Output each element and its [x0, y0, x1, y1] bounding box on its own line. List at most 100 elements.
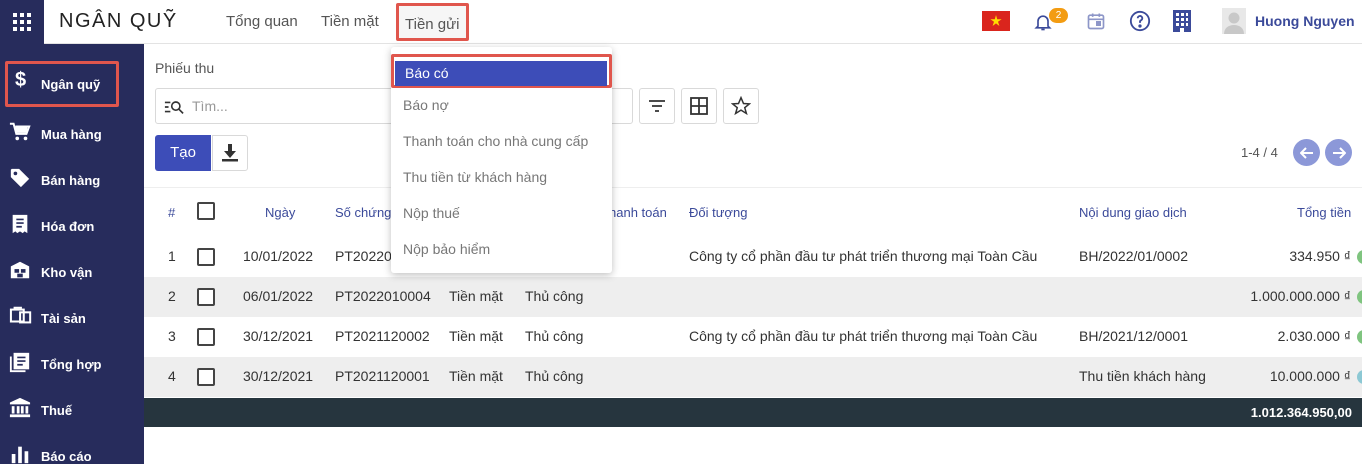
- apps-menu-icon[interactable]: [0, 0, 44, 44]
- tag-icon: [9, 167, 31, 191]
- table-row[interactable]: 4 30/12/2021 PT2021120001 Tiền mặt Thủ c…: [144, 357, 1362, 397]
- status-indicator: [1357, 330, 1362, 344]
- status-indicator: [1357, 290, 1362, 304]
- prev-page-button[interactable]: [1293, 139, 1320, 166]
- sidebar-item-mua-hang[interactable]: Mua hàng: [0, 114, 144, 154]
- grand-total: 1.012.364.950,00: [1250, 405, 1352, 420]
- row-payment-method: Tiền mặt: [449, 368, 503, 384]
- search-icon: [164, 98, 184, 121]
- user-name[interactable]: Huong Nguyen: [1255, 13, 1355, 29]
- arrow-right-icon: [1332, 146, 1346, 159]
- sidebar-item-label: Kho vận: [41, 265, 93, 280]
- sidebar-item-label: Hóa đơn: [41, 219, 95, 234]
- menu-item-nop-bao-hiem[interactable]: Nộp bảo hiểm: [403, 241, 490, 257]
- column-header-total[interactable]: Tổng tiền: [1297, 205, 1351, 220]
- dollar-icon: $: [11, 68, 33, 92]
- favorites-button[interactable]: [723, 88, 759, 124]
- sidebar-item-label: Báo cáo: [41, 449, 92, 464]
- warehouse-icon: [9, 259, 31, 283]
- filter-icon: [649, 100, 665, 112]
- sidebar-item-tai-san[interactable]: Tài sản: [0, 298, 144, 338]
- download-button[interactable]: [212, 135, 248, 171]
- row-description: BH/2021/12/0001: [1079, 328, 1188, 344]
- table-header: # Ngày Số chứng hanh toán Đối tượng Nội …: [144, 187, 1362, 232]
- sidebar-item-kho-van[interactable]: Kho vận: [0, 252, 144, 292]
- topnav-tien-gui[interactable]: Tiền gửi: [396, 3, 469, 41]
- row-checkbox[interactable]: [197, 328, 215, 346]
- vietnam-flag-icon[interactable]: [982, 11, 1010, 36]
- row-total: 1.000.000.000 ₫: [1250, 288, 1351, 304]
- app-title: NGÂN QUỸ: [59, 10, 178, 32]
- row-date: 10/01/2022: [243, 248, 314, 264]
- row-payment-method: Tiền mặt: [449, 288, 503, 304]
- menu-item-thanh-toan-ncc[interactable]: Thanh toán cho nhà cung cấp: [403, 133, 588, 149]
- sidebar-item-label: Bán hàng: [41, 173, 101, 188]
- sidebar-item-hoa-don[interactable]: Hóa đơn: [0, 206, 144, 246]
- row-payment-method: Tiền mặt: [449, 328, 503, 344]
- topnav-tien-mat[interactable]: Tiền mặt: [321, 13, 379, 30]
- column-header-date[interactable]: Ngày: [265, 205, 295, 220]
- row-checkbox[interactable]: [197, 288, 215, 306]
- filter-button[interactable]: [639, 88, 675, 124]
- column-header-payment-method[interactable]: hanh toán: [609, 205, 667, 220]
- sidebar-item-label: Thuế: [41, 403, 73, 418]
- row-date: 30/12/2021: [243, 368, 314, 384]
- pager-value: 1-4 / 4: [1241, 145, 1278, 160]
- notification-badge: 2: [1049, 8, 1068, 23]
- arrow-left-icon: [1299, 146, 1313, 159]
- column-header-description[interactable]: Nội dung giao dịch: [1079, 205, 1187, 220]
- row-total: 2.030.000 ₫: [1277, 328, 1351, 344]
- topnav-tong-quan[interactable]: Tổng quan: [226, 13, 298, 30]
- sidebar-item-ban-hang[interactable]: Bán hàng: [0, 160, 144, 200]
- tien-gui-dropdown-menu: Báo có Báo nợ Thanh toán cho nhà cung cấ…: [391, 47, 612, 273]
- next-page-button[interactable]: [1325, 139, 1352, 166]
- row-partner: Công ty cổ phần đầu tư phát triển thương…: [689, 248, 1038, 264]
- row-entry-type: Thủ công: [525, 288, 584, 304]
- row-total: 10.000.000 ₫: [1269, 368, 1351, 384]
- menu-item-nop-thue[interactable]: Nộp thuế: [403, 205, 460, 221]
- download-icon: [222, 144, 238, 162]
- sidebar-item-tong-hop[interactable]: Tổng hợp: [0, 344, 144, 384]
- row-index: 1: [168, 248, 176, 264]
- row-description: Thu tiền khách hàng: [1079, 368, 1206, 384]
- menu-item-bao-co[interactable]: Báo có: [391, 54, 612, 88]
- company-building-icon[interactable]: [1172, 9, 1192, 38]
- table-row[interactable]: 3 30/12/2021 PT2021120002 Tiền mặt Thủ c…: [144, 317, 1362, 357]
- row-index: 2: [168, 288, 176, 304]
- row-doc-number: PT20220: [335, 248, 392, 264]
- avatar[interactable]: [1222, 8, 1246, 39]
- row-doc-number: PT2021120001: [335, 368, 430, 384]
- column-header-index: #: [168, 205, 176, 220]
- row-doc-number: PT2022010004: [335, 288, 431, 304]
- menu-item-bao-no[interactable]: Báo nợ: [403, 97, 449, 113]
- group-by-button[interactable]: [681, 88, 717, 124]
- select-all-checkbox[interactable]: [197, 202, 215, 220]
- chart-icon: [9, 443, 31, 467]
- table-row[interactable]: 2 06/01/2022 PT2022010004 Tiền mặt Thủ c…: [144, 277, 1362, 317]
- menu-item-thu-tien-kh[interactable]: Thu tiền từ khách hàng: [403, 169, 547, 185]
- create-button[interactable]: Tạo: [155, 135, 211, 171]
- sidebar-item-label: Ngân quỹ: [41, 77, 101, 92]
- row-entry-type: Thủ công: [525, 368, 584, 384]
- row-date: 30/12/2021: [243, 328, 314, 344]
- row-partner: Công ty cổ phần đầu tư phát triển thương…: [689, 328, 1038, 344]
- help-icon[interactable]: [1129, 10, 1151, 37]
- row-entry-type: Thủ công: [525, 328, 584, 344]
- asset-icon: [9, 305, 32, 329]
- sidebar-item-label: Tổng hợp: [41, 357, 102, 372]
- svg-text:$: $: [15, 69, 26, 91]
- sidebar-item-ngan-quy[interactable]: $ Ngân quỹ: [5, 61, 119, 107]
- row-checkbox[interactable]: [197, 248, 215, 266]
- row-checkbox[interactable]: [197, 368, 215, 386]
- breadcrumb: Phiếu thu: [155, 60, 215, 76]
- sidebar: $ Ngân quỹ Mua hàng Bán hàng Hóa đơn Kho…: [0, 44, 144, 464]
- row-doc-number: PT2021120002: [335, 328, 430, 344]
- calendar-icon[interactable]: [1086, 11, 1106, 36]
- status-indicator: [1357, 250, 1362, 264]
- table-row[interactable]: 1 10/01/2022 PT20220 Công ty cổ phần đầu…: [144, 237, 1362, 277]
- sidebar-item-label: Mua hàng: [41, 127, 102, 142]
- column-header-partner[interactable]: Đối tượng: [689, 205, 747, 220]
- sidebar-item-thue[interactable]: Thuế: [0, 390, 144, 430]
- sidebar-item-bao-cao[interactable]: Báo cáo: [0, 436, 144, 476]
- column-header-doc-number[interactable]: Số chứng: [335, 205, 391, 220]
